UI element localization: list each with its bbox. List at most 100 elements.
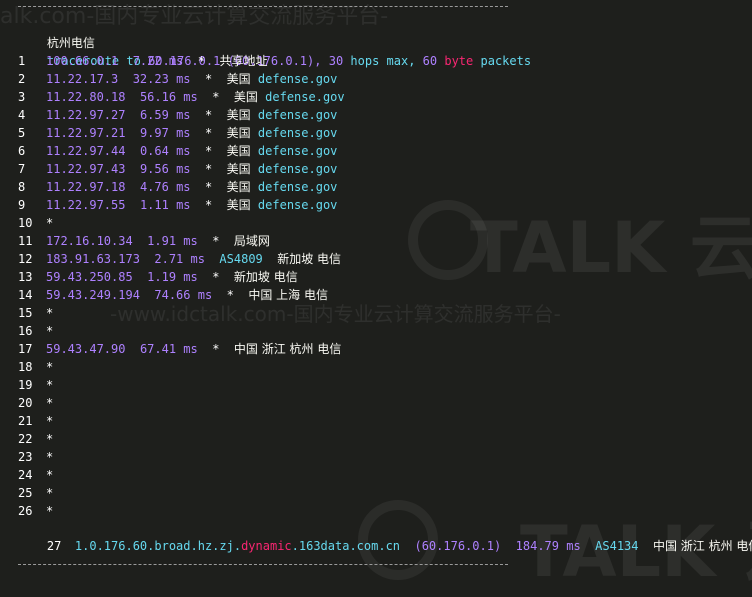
hop-star: * bbox=[46, 396, 54, 410]
hop-unit: ms bbox=[176, 180, 191, 194]
last-host-b: dynamic bbox=[241, 539, 292, 553]
hop-number: 24 bbox=[18, 468, 33, 482]
hop-star: * bbox=[212, 270, 220, 284]
hop-geo: 美国 bbox=[233, 90, 258, 104]
hop-geo: 中国 上海 电信 bbox=[248, 288, 328, 302]
hop-star: * bbox=[46, 324, 54, 338]
cmd-size: 60 bbox=[422, 54, 438, 68]
hop-number: 19 bbox=[18, 378, 33, 392]
separator-bottom bbox=[18, 564, 508, 565]
hop-geo: 美国 bbox=[226, 72, 251, 86]
last-ip: (60.176.0.1) bbox=[414, 539, 502, 553]
hop-star: * bbox=[204, 108, 213, 122]
hop-number: 3 bbox=[18, 90, 26, 104]
hop-unit: ms bbox=[197, 288, 213, 302]
hop-star: * bbox=[46, 378, 54, 392]
hop-number: 18 bbox=[18, 360, 33, 374]
hop-star: * bbox=[204, 162, 213, 176]
hop-ip: 100.66.0.1 bbox=[46, 54, 119, 68]
hop-unit: ms bbox=[168, 54, 184, 68]
hop-number: 20 bbox=[18, 396, 33, 410]
hop-line: 8 11.22.97.18 4.76 ms * 美国 defense.gov bbox=[18, 178, 337, 196]
hop-latency: 1.11 bbox=[139, 198, 169, 212]
hop-line: 4 11.22.97.27 6.59 ms * 美国 defense.gov bbox=[18, 106, 337, 124]
hop-unit: ms bbox=[176, 126, 191, 140]
hop-latency: 9.56 bbox=[139, 162, 169, 176]
hop-unit: ms bbox=[183, 90, 198, 104]
hop-line: 9 11.22.97.55 1.11 ms * 美国 defense.gov bbox=[18, 196, 337, 214]
hop-line: 16 * bbox=[18, 322, 53, 340]
hop-star: * bbox=[226, 288, 234, 302]
hop-star: * bbox=[204, 126, 213, 140]
hop-domain: defense.gov bbox=[257, 198, 338, 212]
hop-domain: defense.gov bbox=[257, 144, 338, 158]
hop-line: 17 59.43.47.90 67.41 ms * 中国 浙江 杭州 电信 bbox=[18, 340, 341, 358]
hop-latency: 74.66 bbox=[154, 288, 191, 302]
hop-number: 13 bbox=[18, 270, 33, 284]
hop-number: 7 bbox=[18, 162, 26, 176]
hop-number: 10 bbox=[18, 216, 33, 230]
hop-line: 11 172.16.10.34 1.91 ms * 局域网 bbox=[18, 232, 270, 250]
hop-asn: AS4809 bbox=[219, 252, 263, 266]
hop-ip: 172.16.10.34 bbox=[46, 234, 133, 248]
hop-line: 15 * bbox=[18, 304, 53, 322]
hop-line: 5 11.22.97.21 9.97 ms * 美国 defense.gov bbox=[18, 124, 337, 142]
hop-star: * bbox=[46, 468, 54, 482]
hop-star: * bbox=[46, 360, 54, 374]
hop-line: 7 11.22.97.43 9.56 ms * 美国 defense.gov bbox=[18, 160, 337, 178]
cmd-packets: packets bbox=[480, 54, 532, 68]
hop-number: 4 bbox=[18, 108, 26, 122]
hop-star: * bbox=[46, 504, 54, 518]
hop-ip: 11.22.17.3 bbox=[46, 72, 119, 86]
hop-domain: defense.gov bbox=[257, 72, 338, 86]
hop-star: * bbox=[212, 234, 220, 248]
hop-number: 27 bbox=[46, 539, 62, 553]
hop-geo: 新加坡 电信 bbox=[233, 270, 298, 284]
hop-ip: 11.22.97.21 bbox=[46, 126, 126, 140]
hop-ip: 59.43.250.85 bbox=[46, 270, 133, 284]
hop-domain: defense.gov bbox=[257, 126, 338, 140]
separator-top bbox=[18, 6, 508, 7]
hop-line: 19 * bbox=[18, 376, 53, 394]
hop-star: * bbox=[46, 306, 54, 320]
hop-line: 18 * bbox=[18, 358, 53, 376]
hop-unit: ms bbox=[176, 162, 191, 176]
hop-geo: 共享地址 bbox=[219, 54, 268, 68]
hop-line: 26 * bbox=[18, 502, 53, 520]
cmd-byte: byte bbox=[444, 54, 474, 68]
hop-domain: defense.gov bbox=[257, 180, 338, 194]
hop-line: 12 183.91.63.173 2.71 ms AS4809 新加坡 电信 bbox=[18, 250, 341, 268]
terminal-output: alk.com-国内专业云计算交流服务平台- TALK 云说 -www.idct… bbox=[0, 0, 752, 593]
hop-line-last: 27 1.0.176.60.broad.hz.zj.dynamic.163data… bbox=[18, 519, 752, 553]
hop-ip: 11.22.97.44 bbox=[46, 144, 126, 158]
hop-latency: 67.41 bbox=[139, 342, 177, 356]
hop-number: 17 bbox=[18, 342, 33, 356]
hop-line: 25 * bbox=[18, 484, 53, 502]
hop-number: 2 bbox=[18, 72, 26, 86]
hop-geo: 美国 bbox=[226, 144, 251, 158]
hop-line: 13 59.43.250.85 1.19 ms * 新加坡 电信 bbox=[18, 268, 298, 286]
hop-number: 26 bbox=[18, 504, 33, 518]
hop-geo: 中国 浙江 杭州 电信 bbox=[233, 342, 342, 356]
command-line: traceroute to 60.176.0.1 (60.176.0.1), 3… bbox=[18, 34, 531, 68]
hop-latency: 7.22 bbox=[132, 54, 162, 68]
hop-line: 1 100.66.0.1 7.22 ms * 共享地址 bbox=[18, 52, 267, 70]
hop-number: 23 bbox=[18, 450, 33, 464]
hop-star: * bbox=[197, 54, 205, 68]
hop-domain: defense.gov bbox=[257, 108, 338, 122]
hop-number: 14 bbox=[18, 288, 33, 302]
hop-star: * bbox=[46, 414, 54, 428]
hop-latency: 32.23 bbox=[132, 72, 169, 86]
last-geo: 中国 浙江 杭州 电信 bbox=[652, 539, 752, 553]
hop-geo: 新加坡 电信 bbox=[277, 252, 342, 266]
hop-ip: 11.22.97.43 bbox=[46, 162, 126, 176]
hop-latency: 6.59 bbox=[139, 108, 169, 122]
hop-line: 6 11.22.97.44 0.64 ms * 美国 defense.gov bbox=[18, 142, 337, 160]
hop-ip: 11.22.97.18 bbox=[46, 180, 126, 194]
hop-number: 21 bbox=[18, 414, 33, 428]
hop-star: * bbox=[204, 72, 213, 86]
hop-star: * bbox=[46, 486, 54, 500]
hop-line: 24 * bbox=[18, 466, 53, 484]
hop-number: 1 bbox=[18, 54, 26, 68]
watermark-logo: TALK 云说 bbox=[470, 207, 752, 289]
